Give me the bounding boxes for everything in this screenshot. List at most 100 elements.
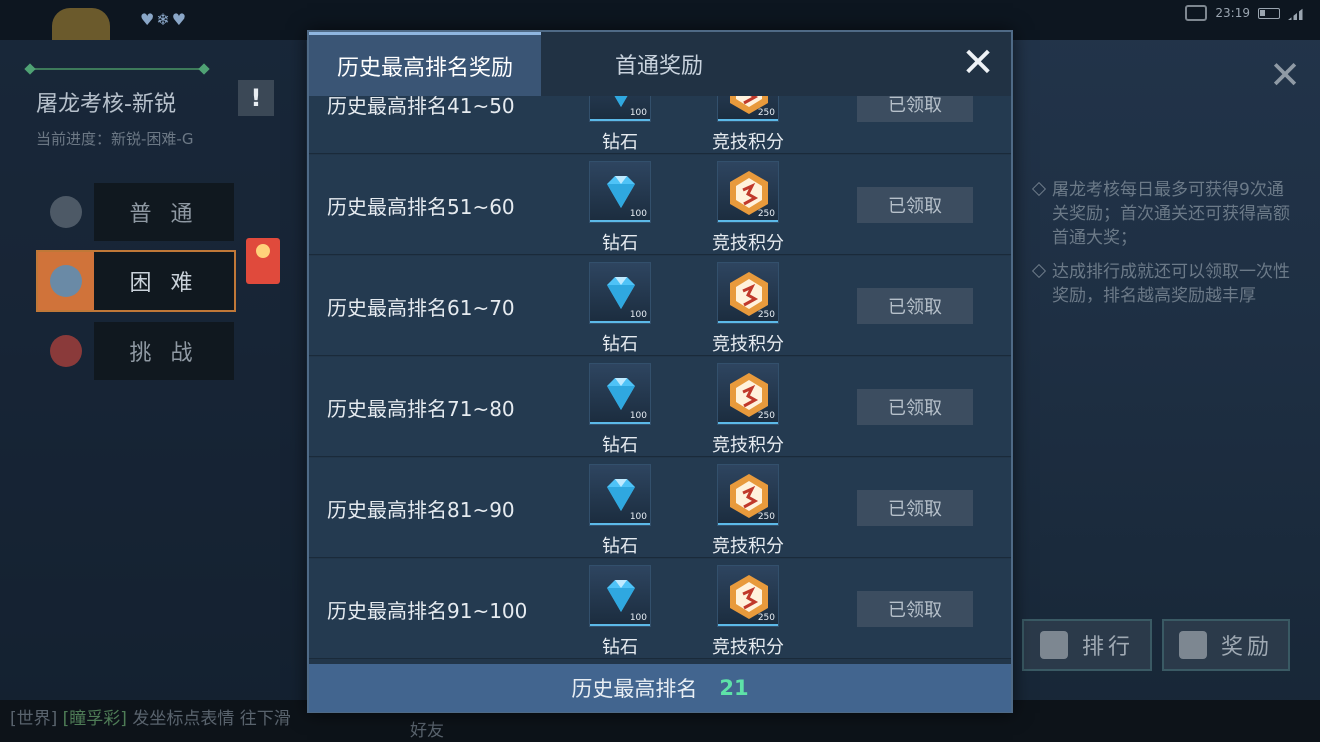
close-icon[interactable]: ✕ [958,43,998,84]
claimed-button[interactable]: 已领取 [857,490,973,526]
highest-rank-label: 历史最高排名 [571,677,698,701]
reward-count: 100 [629,512,647,522]
avatar[interactable] [52,8,110,40]
difficulty-label: 挑 战 [94,322,234,380]
divider [28,68,206,70]
chat-message[interactable]: [世界] [瞳孚彩] 发坐标点表情 往下滑 [10,704,291,729]
reward-count: 100 [629,310,647,320]
reward-diamond[interactable]: 100 钻石 [580,464,660,558]
reward-label: 奖励 [1220,635,1273,660]
camera-icon [1185,5,1208,21]
reward-name: 钻石 [602,334,638,355]
reward-count: 100 [629,411,647,421]
highest-rank-footer: 历史最高排名 21 [309,664,1011,712]
reward-count: 250 [757,108,775,118]
reward-row: 历史最高排名51~60 100 钻石 250 竞技积分 已领取 [309,155,1011,255]
reward-name: 竞技积分 [712,132,784,153]
reward-name: 竞技积分 [712,637,784,658]
info-button[interactable]: ! [238,80,274,116]
description-1: 屠龙考核每日最多可获得9次通关奖励；首次通关还可获得高额首通大奖； [1034,178,1296,250]
reward-arena-points[interactable]: 250 竞技积分 [708,161,788,255]
gift-icon [1178,631,1207,659]
reward-count: 100 [629,108,647,118]
reward-row: 历史最高排名71~80 100 钻石 250 竞技积分 已领取 [309,357,1011,457]
difficulty-normal-button[interactable]: 普 通 [38,183,234,241]
close-icon[interactable]: ✕ [1268,56,1302,94]
reward-button[interactable]: 奖励 [1162,619,1290,671]
reward-diamond[interactable]: 100 钻石 [580,565,660,659]
rank-range: 历史最高排名51~60 [327,195,515,219]
rank-range: 历史最高排名61~70 [327,296,515,320]
highest-rank-value: 21 [719,676,749,700]
chat-user[interactable]: [瞳孚彩] [63,709,127,729]
decoration-icons: ♥❄♥ [140,10,189,29]
red-packet-icon[interactable] [246,238,280,284]
reward-name: 钻石 [602,536,638,557]
reward-name: 钻石 [602,132,638,153]
reward-diamond[interactable]: 100 钻石 [580,262,660,356]
reward-diamond[interactable]: 100 钻石 [580,96,660,154]
chat-text: 发坐标点表情 往下滑 [132,709,291,729]
reward-arena-points[interactable]: 250 竞技积分 [708,96,788,154]
signal-icon [1288,6,1306,20]
reward-list[interactable]: 历史最高排名41~50 100 钻石 250 竞技积分 已领取 历史最高排名51… [309,96,1011,664]
description-2: 达成排行成就还可以领取一次性奖励，排名越高奖励越丰厚 [1034,260,1296,308]
ranking-label: 排行 [1081,635,1134,660]
reward-arena-points[interactable]: 250 竞技积分 [708,262,788,356]
claimed-button[interactable]: 已领取 [857,96,973,122]
claimed-button[interactable]: 已领取 [857,389,973,425]
reward-name: 竞技积分 [712,435,784,456]
diamond-icon [607,277,635,309]
rank-range: 历史最高排名41~50 [327,96,515,118]
stage-title: 屠龙考核-新锐 [36,92,176,117]
reward-diamond[interactable]: 100 钻石 [580,363,660,457]
reward-name: 竞技积分 [712,334,784,355]
difficulty-challenge-button[interactable]: 挑 战 [38,322,234,380]
tab-first-clear-rewards[interactable]: 首通奖励 [559,32,759,96]
reward-row: 历史最高排名41~50 100 钻石 250 竞技积分 已领取 [309,96,1011,154]
claimed-button[interactable]: 已领取 [857,591,973,627]
rank-range: 历史最高排名91~100 [327,599,528,623]
ranking-button[interactable]: 排行 [1022,619,1152,671]
diamond-icon [607,580,635,612]
difficulty-hard-button[interactable]: 困 难 [36,250,236,312]
reward-count: 100 [629,209,647,219]
rank-range: 历史最高排名81~90 [327,498,515,522]
status-time: 23:19 [1215,6,1250,20]
reward-count: 250 [757,613,775,623]
reward-arena-points[interactable]: 250 竞技积分 [708,464,788,558]
reward-count: 250 [757,209,775,219]
claimed-button[interactable]: 已领取 [857,288,973,324]
reward-name: 钻石 [602,435,638,456]
demon-icon [38,322,94,380]
tab-bar: 历史最高排名奖励 首通奖励 [309,32,1011,96]
reward-arena-points[interactable]: 250 竞技积分 [708,565,788,659]
reward-name: 竞技积分 [712,536,784,557]
reward-row: 历史最高排名61~70 100 钻石 250 竞技积分 已领取 [309,256,1011,356]
reward-name: 钻石 [602,233,638,254]
reward-count: 100 [629,613,647,623]
monster-icon [38,252,94,310]
trophy-icon [1039,631,1068,659]
difficulty-label: 困 难 [94,252,234,310]
chat-channel: [世界] [10,709,58,729]
skull-icon [38,183,94,241]
reward-name: 钻石 [602,637,638,658]
reward-count: 250 [757,411,775,421]
diamond-icon [607,176,635,208]
claimed-button[interactable]: 已领取 [857,187,973,223]
diamond-icon [607,378,635,410]
rank-range: 历史最高排名71~80 [327,397,515,421]
reward-modal: 历史最高排名奖励 首通奖励 历史最高排名41~50 100 钻石 250 竞技积… [307,30,1013,713]
difficulty-label: 普 通 [94,183,234,241]
reward-row: 历史最高排名91~100 100 钻石 250 竞技积分 已领取 [309,559,1011,659]
friend-button[interactable]: 好友 [410,716,444,741]
reward-arena-points[interactable]: 250 竞技积分 [708,363,788,457]
reward-diamond[interactable]: 100 钻石 [580,161,660,255]
battery-icon [1258,7,1280,19]
tab-highest-rank-rewards[interactable]: 历史最高排名奖励 [309,32,541,96]
reward-row: 历史最高排名81~90 100 钻石 250 竞技积分 已领取 [309,458,1011,558]
diamond-icon [607,479,635,511]
status-bar: 23:19 [1185,5,1306,21]
reward-count: 250 [757,512,775,522]
